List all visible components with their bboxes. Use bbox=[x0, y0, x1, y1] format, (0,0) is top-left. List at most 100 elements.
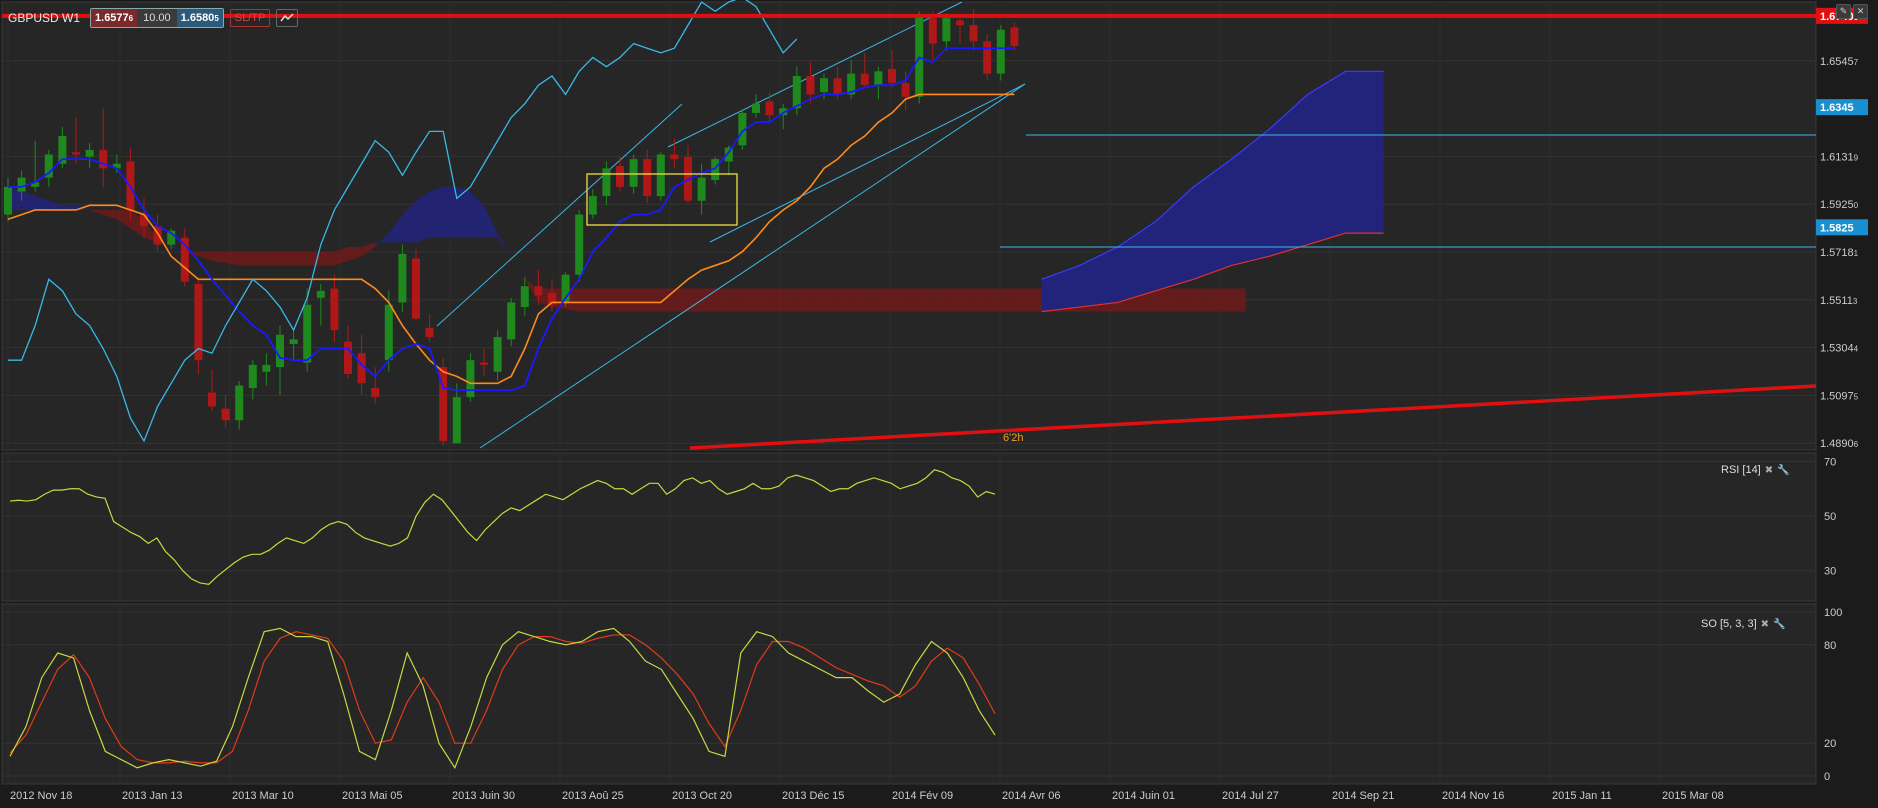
candle-body bbox=[276, 334, 284, 368]
cloud-segment bbox=[756, 288, 770, 312]
close-icon[interactable]: ✖ bbox=[1765, 465, 1773, 476]
date-tick-label: 2014 Sep 21 bbox=[1332, 790, 1394, 802]
rsi-level-label: 70 bbox=[1824, 456, 1836, 468]
candle-body bbox=[534, 286, 543, 296]
quote-box[interactable]: 1.65776 10.00 1.65805 bbox=[90, 8, 224, 28]
candle-body bbox=[833, 78, 842, 95]
candle-body bbox=[466, 360, 475, 398]
date-tick-label: 2014 Jul 27 bbox=[1222, 790, 1279, 802]
candle-body bbox=[4, 186, 12, 215]
price-tag-label: 1.5825 bbox=[1820, 222, 1854, 234]
rsi-label: RSI [14] ✖ 🔧 bbox=[1721, 464, 1790, 476]
cloud-segment bbox=[769, 288, 784, 312]
candle-body bbox=[629, 159, 638, 187]
cloud-segment bbox=[960, 288, 974, 312]
price-panel[interactable] bbox=[1, 1, 1817, 451]
candle-body bbox=[412, 258, 420, 319]
candle-body bbox=[575, 214, 584, 275]
pencil-icon[interactable]: ✎ bbox=[1836, 4, 1851, 19]
cloud-segment bbox=[429, 186, 444, 238]
cloud-segment bbox=[620, 288, 634, 312]
close-icon[interactable]: ✕ bbox=[1853, 4, 1868, 19]
cloud-segment bbox=[783, 288, 797, 312]
cloud-segment bbox=[824, 288, 838, 312]
candle-body bbox=[289, 339, 298, 345]
candle-body bbox=[72, 152, 80, 155]
candle-body bbox=[765, 101, 774, 116]
price-tick-label: 1.65457 bbox=[1820, 56, 1859, 68]
candle-body bbox=[888, 69, 896, 83]
so-level-label: 100 bbox=[1824, 607, 1842, 619]
cloud-segment bbox=[987, 288, 1001, 312]
so-level-label: 20 bbox=[1824, 738, 1836, 750]
candle-body bbox=[17, 177, 26, 192]
candle-body bbox=[507, 302, 516, 340]
candle-body bbox=[969, 25, 978, 42]
rsi-panel[interactable] bbox=[1, 452, 1817, 602]
candle-body bbox=[643, 159, 652, 197]
cloud-segment bbox=[728, 288, 743, 312]
cloud-segment bbox=[1191, 288, 1205, 312]
cloud-segment bbox=[973, 288, 988, 312]
date-tick-label: 2013 Juin 30 bbox=[452, 790, 515, 802]
candle-body bbox=[928, 18, 937, 44]
cloud-segment bbox=[579, 288, 593, 312]
line-chart-icon[interactable] bbox=[276, 9, 299, 27]
date-tick-label: 2013 Déc 15 bbox=[782, 790, 844, 802]
close-icon[interactable]: ✖ bbox=[1761, 619, 1769, 630]
candle bbox=[507, 297, 516, 347]
wrench-icon[interactable]: 🔧 bbox=[1773, 619, 1785, 630]
candle-body bbox=[996, 29, 1005, 74]
cloud-segment bbox=[919, 288, 933, 312]
price-tick-label: 1.55113 bbox=[1820, 295, 1858, 307]
cloud-segment bbox=[864, 288, 879, 312]
candle bbox=[575, 209, 584, 282]
date-tick-label: 2013 Aoû 25 bbox=[562, 790, 624, 802]
so-label: SO [5, 3, 3] ✖ 🔧 bbox=[1701, 618, 1786, 630]
price-tick-label: 1.59250 bbox=[1820, 199, 1859, 211]
cloud-segment bbox=[837, 288, 852, 312]
cloud-segment bbox=[1177, 288, 1192, 312]
bid-button[interactable]: 1.65776 bbox=[91, 9, 138, 27]
candle-body bbox=[1010, 27, 1019, 46]
cloud-segment bbox=[674, 288, 688, 312]
chart-toolbar: GBPUSD W1 1.65776 10.00 1.65805 SL/TP bbox=[4, 8, 299, 28]
chart-canvas[interactable]: 6'2h 1.65457 1.61319 1.59250 1.57181 1.55113… bbox=[0, 0, 1878, 808]
cloud-segment bbox=[1028, 288, 1042, 312]
cloud-segment bbox=[1204, 288, 1219, 312]
cloud-segment bbox=[892, 288, 906, 312]
candle-body bbox=[316, 290, 325, 298]
date-tick-label: 2014 Nov 16 bbox=[1442, 790, 1504, 802]
cloud-segment bbox=[1164, 288, 1178, 312]
candle-body bbox=[792, 75, 801, 109]
cloud-segment bbox=[1000, 288, 1015, 312]
cloud-segment bbox=[1232, 288, 1246, 312]
candle-body bbox=[670, 154, 679, 160]
rsi-level-label: 30 bbox=[1824, 566, 1836, 578]
sltp-button[interactable]: SL/TP bbox=[229, 9, 271, 27]
candle-body bbox=[330, 288, 339, 331]
cloud-segment bbox=[443, 186, 457, 238]
cloud-segment bbox=[280, 251, 294, 266]
candle-body bbox=[384, 304, 393, 361]
candle-body bbox=[425, 327, 434, 338]
cloud-segment bbox=[293, 251, 308, 266]
cloud-segment bbox=[633, 288, 648, 312]
candle-body bbox=[344, 341, 352, 375]
candle-body bbox=[140, 214, 148, 227]
wrench-icon[interactable]: 🔧 bbox=[1777, 465, 1789, 476]
candle-body bbox=[371, 387, 380, 398]
stochastic-panel[interactable] bbox=[1, 603, 1817, 785]
date-tick-label: 2014 Juin 01 bbox=[1112, 790, 1175, 802]
cloud-segment bbox=[932, 288, 947, 312]
ask-button[interactable]: 1.65805 bbox=[176, 9, 223, 27]
cloud-segment bbox=[851, 288, 865, 312]
price-tick-label: 1.53044 bbox=[1820, 343, 1859, 355]
cloud-segment bbox=[225, 251, 240, 266]
date-tick-label: 2014 Fév 09 bbox=[892, 790, 953, 802]
quantity-field[interactable]: 10.00 bbox=[137, 9, 177, 27]
candle-body bbox=[262, 364, 271, 372]
cloud-segment bbox=[606, 288, 620, 312]
candle-body bbox=[901, 82, 910, 97]
candle-body bbox=[480, 362, 488, 365]
